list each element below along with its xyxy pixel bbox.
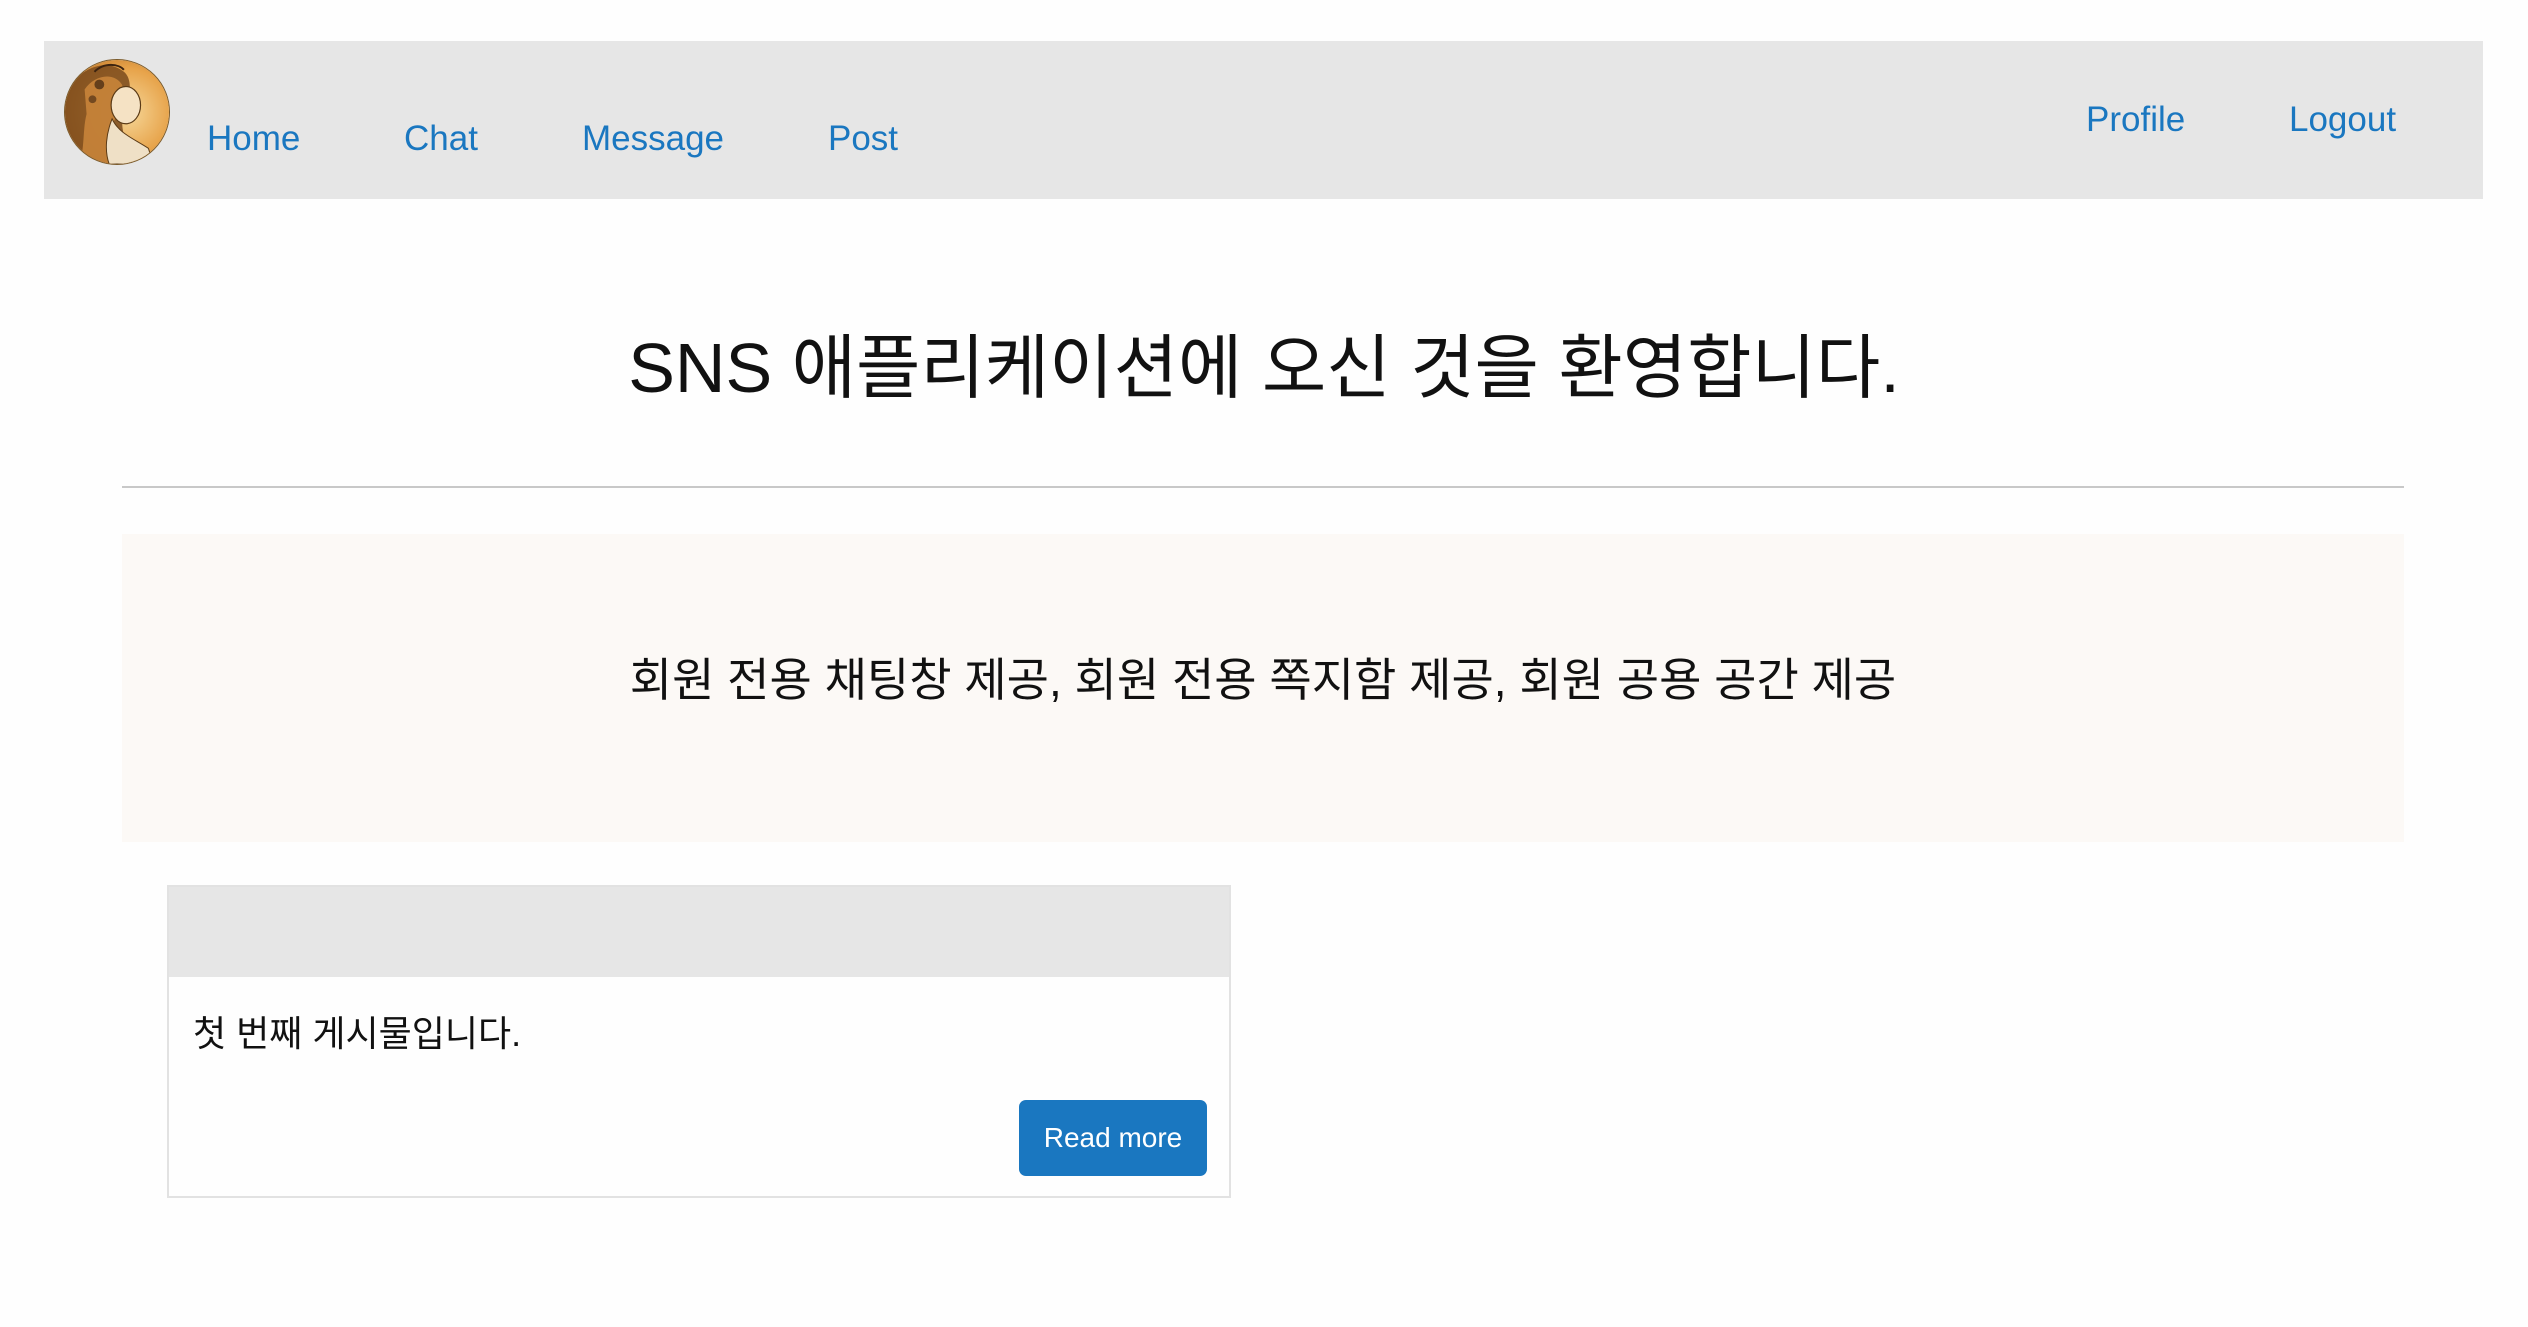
nav-logout-link[interactable]: Logout [2289,100,2396,140]
post-card-header [169,887,1229,977]
nav-home-link[interactable]: Home [207,119,300,159]
nav-profile-link[interactable]: Profile [2086,100,2185,140]
avatar-logo-icon[interactable] [64,59,170,165]
read-more-button[interactable]: Read more [1019,1100,1207,1176]
nav-chat-link[interactable]: Chat [404,119,478,159]
divider [122,486,2404,488]
post-card: 첫 번째 게시물입니다. Read more [167,885,1231,1198]
nav-message-link[interactable]: Message [582,119,724,159]
navbar: Home Chat Message Post Profile Logout [44,41,2483,199]
nav-post-link[interactable]: Post [828,119,898,159]
jumbotron: 회원 전용 채팅창 제공, 회원 전용 쪽지함 제공, 회원 공용 공간 제공 [122,534,2404,842]
jumbotron-text: 회원 전용 채팅창 제공, 회원 전용 쪽지함 제공, 회원 공용 공간 제공 [629,654,1897,706]
post-card-body-text: 첫 번째 게시물입니다. [193,1013,522,1054]
page-title: SNS 애플리케이션에 오신 것을 환영합니다. [628,329,1900,407]
